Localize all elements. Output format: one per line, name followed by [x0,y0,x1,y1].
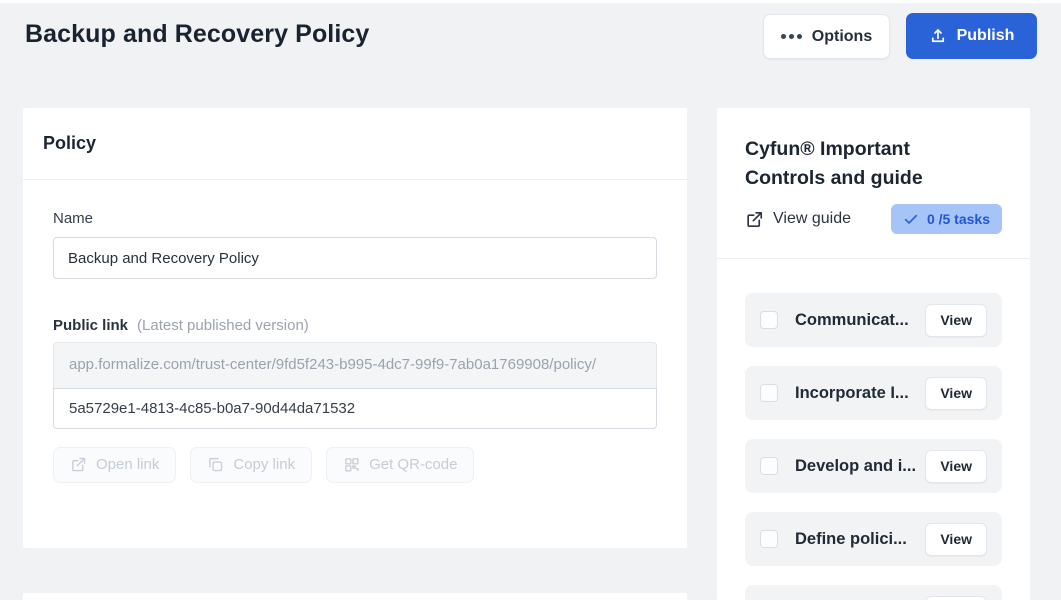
tasks-progress-badge[interactable]: 0 /5 tasks [891,204,1002,234]
task-checkbox[interactable] [760,384,778,402]
top-divider [0,0,1061,3]
get-qr-code-label: Get QR-code [369,456,457,473]
publish-button-label: Publish [957,27,1015,45]
guide-panel-title: Cyfun® Important Controls and guide [745,135,970,193]
open-link-button[interactable]: Open link [53,447,176,483]
guide-panel: Cyfun® Important Controls and guide View… [717,108,1030,600]
task-checkbox[interactable] [760,311,778,329]
publish-button[interactable]: Publish [906,13,1037,59]
open-link-label: Open link [96,456,159,473]
policy-card: Policy Name Public link (Latest publishe… [23,108,687,548]
ellipsis-icon [781,34,802,39]
upload-icon [929,27,947,45]
check-icon [903,211,919,227]
task-label: Develop and i... [795,457,916,476]
policy-name-input[interactable] [53,237,657,279]
task-list: Communicat... View Incorporate I... View… [745,259,1002,600]
view-guide-link[interactable]: View guide [745,210,851,229]
task-item: Communicat... View [745,293,1002,347]
public-link-base: app.formalize.com/trust-center/9fd5f243-… [53,342,657,389]
policy-card-title: Policy [23,108,687,180]
page-title: Backup and Recovery Policy [25,20,369,49]
qr-code-icon [343,456,360,473]
external-link-icon [745,210,764,229]
external-link-icon [70,456,87,473]
task-item: Develop and i... View [745,439,1002,493]
task-item: Incorporate I... View [745,366,1002,420]
task-view-button[interactable]: View [925,450,987,483]
view-guide-label: View guide [773,210,851,228]
task-item: View [745,585,1002,600]
options-button-label: Options [812,28,872,46]
public-link-slug-input[interactable] [53,388,657,429]
task-label: Incorporate I... [795,384,909,403]
copy-link-label: Copy link [233,456,295,473]
tasks-badge-label: 0 /5 tasks [927,211,990,227]
copy-link-button[interactable]: Copy link [190,447,312,483]
task-view-button[interactable]: View [925,377,987,410]
task-item: Define polici... View [745,512,1002,566]
task-view-button[interactable]: View [925,596,987,600]
public-link-label: Public link [53,317,128,334]
options-button[interactable]: Options [763,14,890,59]
get-qr-code-button[interactable]: Get QR-code [326,447,474,483]
copy-icon [207,456,224,473]
task-view-button[interactable]: View [925,304,987,337]
task-label: Communicat... [795,311,909,330]
name-label: Name [53,210,657,227]
task-checkbox[interactable] [760,457,778,475]
task-view-button[interactable]: View [925,523,987,556]
task-checkbox[interactable] [760,530,778,548]
next-section-card-peek [23,593,687,600]
public-link-hint: (Latest published version) [137,317,309,334]
task-label: Define polici... [795,530,907,549]
